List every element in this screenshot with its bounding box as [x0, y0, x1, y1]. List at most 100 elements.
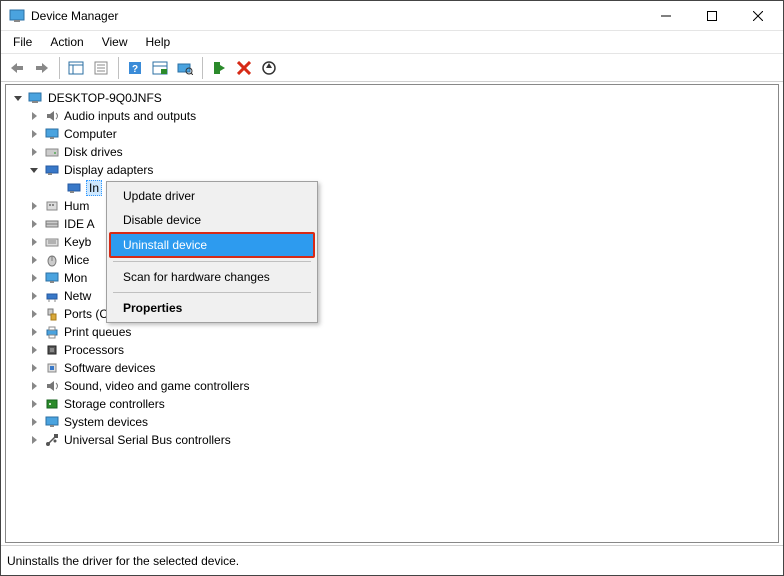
menu-help[interactable]: Help [138, 33, 179, 51]
tree-root[interactable]: DESKTOP-9Q0JNFS [6, 89, 778, 107]
cpu-icon [44, 342, 60, 358]
tree-label: Audio inputs and outputs [64, 109, 196, 123]
maximize-button[interactable] [689, 1, 735, 30]
tree-item-processors[interactable]: Processors [6, 341, 778, 359]
tree-label: Netw [64, 289, 91, 303]
tree-label: Keyb [64, 235, 91, 249]
tree-label: Hum [64, 199, 89, 213]
computer-icon [28, 90, 44, 106]
software-device-icon [44, 360, 60, 376]
ctx-separator [113, 261, 311, 262]
update-driver-button[interactable] [257, 56, 281, 80]
tree-label: Mon [64, 271, 87, 285]
tree-label: Display adapters [64, 163, 153, 177]
ctx-disable-device[interactable]: Disable device [109, 208, 315, 232]
tree-item-disk[interactable]: Disk drives [6, 143, 778, 161]
tree-label: IDE A [64, 217, 95, 231]
chevron-right-icon[interactable] [28, 416, 40, 428]
chevron-right-icon[interactable] [28, 362, 40, 374]
chevron-down-icon[interactable] [28, 164, 40, 176]
chevron-down-icon[interactable] [12, 92, 24, 104]
tree-item-computer[interactable]: Computer [6, 125, 778, 143]
display-adapter-icon [44, 162, 60, 178]
tree-item-softwaredevices[interactable]: Software devices [6, 359, 778, 377]
show-hidden-button[interactable] [64, 56, 88, 80]
keyboard-icon [44, 234, 60, 250]
ctx-separator [113, 292, 311, 293]
spacer [50, 182, 62, 194]
ctx-update-driver[interactable]: Update driver [109, 184, 315, 208]
display-adapter-icon [66, 180, 82, 196]
port-icon [44, 306, 60, 322]
tree-label: In [86, 180, 102, 196]
chevron-right-icon[interactable] [28, 380, 40, 392]
scan-hardware-button[interactable] [173, 56, 197, 80]
toolbar-separator [118, 57, 119, 79]
svg-text:?: ? [132, 64, 138, 75]
monitor-icon [44, 126, 60, 142]
ctx-scan-hardware[interactable]: Scan for hardware changes [109, 265, 315, 289]
ide-icon [44, 216, 60, 232]
ctx-uninstall-device[interactable]: Uninstall device [109, 232, 315, 258]
app-icon [9, 8, 25, 24]
menu-view[interactable]: View [94, 33, 136, 51]
help-button[interactable]: ? [123, 56, 147, 80]
storage-icon [44, 396, 60, 412]
tree-item-storage[interactable]: Storage controllers [6, 395, 778, 413]
toolbar-separator [59, 57, 60, 79]
tree-label: Processors [64, 343, 124, 357]
network-icon [44, 288, 60, 304]
chevron-right-icon[interactable] [28, 254, 40, 266]
sound-icon [44, 378, 60, 394]
printer-icon [44, 324, 60, 340]
system-device-icon [44, 414, 60, 430]
disk-icon [44, 144, 60, 160]
tree-label: Computer [64, 127, 117, 141]
ctx-properties[interactable]: Properties [109, 296, 315, 320]
toolbar-separator [202, 57, 203, 79]
statusbar-text: Uninstalls the driver for the selected d… [7, 554, 239, 568]
tree-item-display[interactable]: Display adapters [6, 161, 778, 179]
usb-icon [44, 432, 60, 448]
menubar: File Action View Help [1, 31, 783, 54]
tree-label: Universal Serial Bus controllers [64, 433, 231, 447]
enable-device-button[interactable] [207, 56, 231, 80]
chevron-right-icon[interactable] [28, 344, 40, 356]
properties-button[interactable] [89, 56, 113, 80]
titlebar: Device Manager [1, 1, 783, 31]
chevron-right-icon[interactable] [28, 218, 40, 230]
chevron-right-icon[interactable] [28, 128, 40, 140]
chevron-right-icon[interactable] [28, 434, 40, 446]
chevron-right-icon[interactable] [28, 146, 40, 158]
window-title: Device Manager [31, 9, 643, 23]
uninstall-device-button[interactable] [232, 56, 256, 80]
chevron-right-icon[interactable] [28, 308, 40, 320]
tree-label: Print queues [64, 325, 131, 339]
chevron-right-icon[interactable] [28, 326, 40, 338]
forward-button[interactable] [30, 56, 54, 80]
chevron-right-icon[interactable] [28, 398, 40, 410]
tree-item-usb[interactable]: Universal Serial Bus controllers [6, 431, 778, 449]
menu-action[interactable]: Action [42, 33, 91, 51]
tree-item-sound[interactable]: Sound, video and game controllers [6, 377, 778, 395]
tree-label: System devices [64, 415, 148, 429]
tree-item-system[interactable]: System devices [6, 413, 778, 431]
menu-file[interactable]: File [5, 33, 40, 51]
chevron-right-icon[interactable] [28, 110, 40, 122]
close-button[interactable] [735, 1, 781, 30]
chevron-right-icon[interactable] [28, 272, 40, 284]
tree-label: Software devices [64, 361, 155, 375]
tree-label: Storage controllers [64, 397, 165, 411]
tree-item-audio[interactable]: Audio inputs and outputs [6, 107, 778, 125]
back-button[interactable] [5, 56, 29, 80]
minimize-button[interactable] [643, 1, 689, 30]
toolbar: ? [1, 54, 783, 82]
chevron-right-icon[interactable] [28, 200, 40, 212]
tree-item-printqueues[interactable]: Print queues [6, 323, 778, 341]
speaker-icon [44, 108, 60, 124]
action-toolbar-button[interactable] [148, 56, 172, 80]
tree-label: DESKTOP-9Q0JNFS [48, 91, 162, 105]
chevron-right-icon[interactable] [28, 236, 40, 248]
chevron-right-icon[interactable] [28, 290, 40, 302]
monitor-icon [44, 270, 60, 286]
